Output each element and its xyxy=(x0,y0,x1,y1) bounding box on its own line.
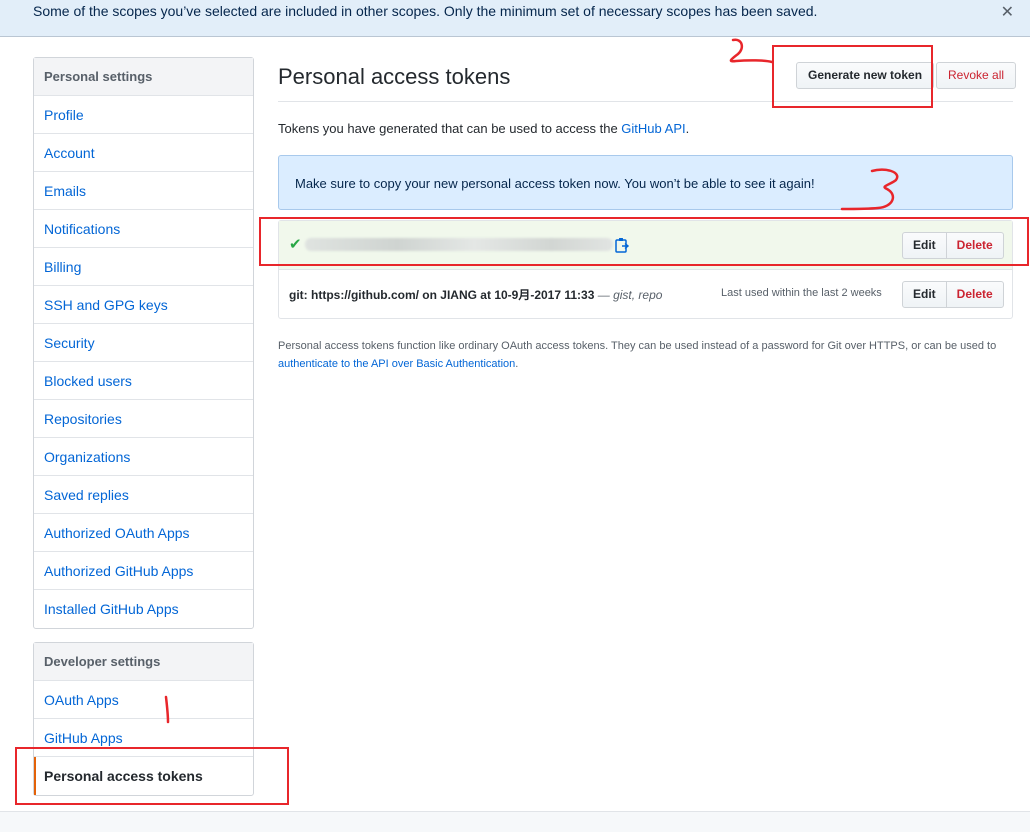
annotation-mark-3 xyxy=(840,168,899,211)
annotation-marks xyxy=(164,38,899,724)
annotation-mark-1 xyxy=(164,695,170,724)
annotation-mark-2 xyxy=(729,38,774,64)
